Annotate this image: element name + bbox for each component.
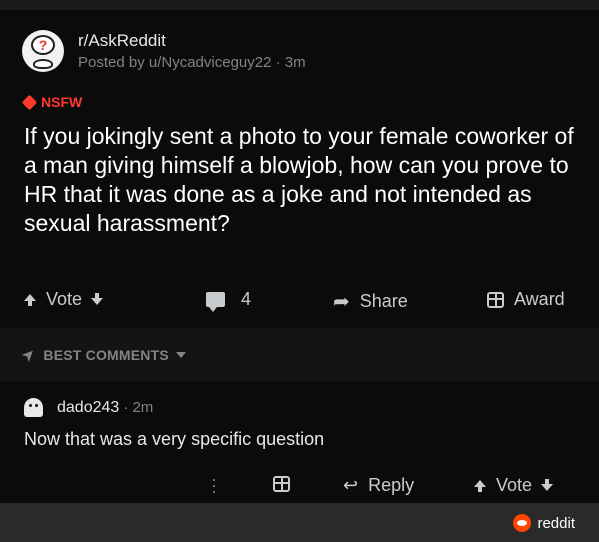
reply-icon: ↩	[343, 475, 359, 495]
rocket-icon: ➤	[18, 344, 40, 367]
more-options-icon[interactable]: · · ·	[210, 470, 218, 500]
reply-label: Reply	[368, 475, 415, 495]
footer-bar: reddit	[0, 503, 599, 542]
award-label: Award	[514, 289, 565, 309]
downvote-icon[interactable]	[91, 293, 104, 305]
top-strip	[0, 0, 599, 10]
comment-icon	[206, 292, 225, 312]
nsfw-label: NSFW	[41, 94, 83, 110]
reddit-logo-icon	[513, 514, 532, 532]
comment-time: · 2m	[123, 399, 154, 416]
downvote-icon[interactable]	[541, 479, 554, 491]
post-action-bar: Vote 4 ➦ Share Award	[0, 282, 599, 316]
share-button[interactable]: ➦ Share	[333, 289, 408, 314]
chevron-down-icon	[175, 352, 186, 358]
question-mark-icon: ?	[31, 35, 55, 55]
comment-award-button[interactable]	[273, 476, 300, 492]
post-title[interactable]: If you jokingly sent a photo to your fem…	[24, 122, 584, 238]
post-header: ? r/AskReddit Posted by u/Nycadviceguy22…	[22, 28, 306, 74]
share-icon: ➦	[333, 291, 350, 313]
nsfw-badge: NSFW	[21, 94, 83, 110]
comment-vote-control: Vote	[474, 475, 554, 496]
comment-vote-label: Vote	[496, 475, 533, 495]
comment-body: Now that was a very specific question	[24, 429, 325, 449]
posted-by[interactable]: Posted by u/Nycadviceguy22 · 3m	[78, 54, 306, 71]
reply-button[interactable]: ↩ Reply	[343, 475, 414, 496]
nsfw-icon	[21, 94, 38, 110]
vote-label: Vote	[46, 289, 83, 309]
comment-header: dado243 · 2m	[24, 398, 153, 417]
upvote-icon[interactable]	[24, 294, 36, 306]
award-icon	[273, 476, 290, 492]
sort-label: BEST COMMENTS	[43, 347, 169, 363]
comment-count: 4	[241, 289, 252, 309]
share-label: Share	[359, 291, 408, 311]
post-vote-control: Vote	[24, 289, 104, 310]
user-avatar-icon[interactable]	[24, 398, 43, 417]
upvote-icon[interactable]	[474, 480, 486, 492]
subreddit-avatar-icon[interactable]: ?	[22, 30, 64, 72]
comment-action-bar: · · · ↩ Reply Vote	[0, 470, 599, 502]
reddit-brand: reddit	[513, 514, 575, 532]
comment-sort-bar[interactable]: ➤ BEST COMMENTS	[0, 328, 599, 382]
award-icon	[487, 291, 504, 308]
award-button[interactable]: Award	[487, 289, 565, 310]
comments-button[interactable]: 4	[206, 289, 252, 312]
brand-name: reddit	[537, 514, 575, 532]
comment-username[interactable]: dado243	[57, 399, 119, 417]
subreddit-name[interactable]: r/AskReddit	[78, 31, 306, 51]
